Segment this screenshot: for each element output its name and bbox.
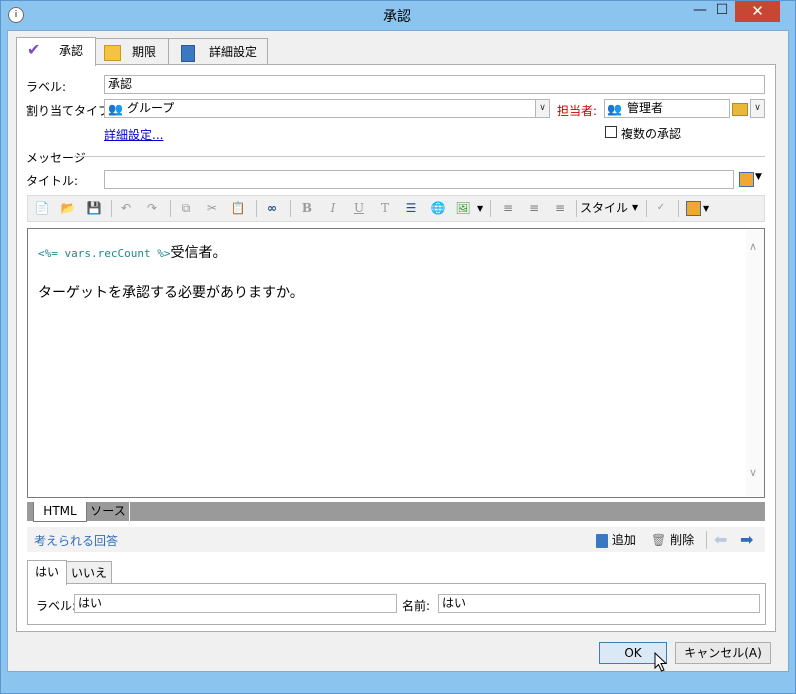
calendar-icon: [104, 45, 121, 61]
editor-scrollbar[interactable]: ∧ ∨: [746, 230, 764, 496]
arrow-right-icon[interactable]: ➡: [740, 530, 753, 549]
editor-code-snippet: <%= vars.recCount %>: [38, 247, 171, 260]
save-icon[interactable]: 💾: [86, 200, 102, 216]
redo-icon[interactable]: ↷: [144, 200, 160, 216]
message-editor[interactable]: [27, 228, 765, 498]
maximize-button[interactable]: ☐: [707, 0, 737, 22]
insert-field-icon[interactable]: [739, 172, 754, 187]
label-caption: ラベル:: [26, 80, 67, 94]
align-left-icon[interactable]: ≡: [500, 200, 516, 216]
cancel-button[interactable]: キャンセル(A): [675, 642, 771, 664]
delete-answer-label: 削除: [670, 533, 695, 547]
paste-icon[interactable]: 📋: [230, 200, 246, 216]
answer-label-caption: ラベル:: [36, 599, 77, 613]
clipboard-icon: [181, 45, 195, 62]
find-binoculars-icon[interactable]: ∞: [264, 200, 280, 216]
toolbar-separator: [256, 200, 257, 217]
assign-type-caption: 割り当てタイプ:: [26, 104, 115, 118]
toolbar-separator: [576, 200, 577, 217]
answer-label-input[interactable]: はい: [74, 594, 397, 613]
align-center-icon[interactable]: ≡: [526, 200, 542, 216]
undo-icon[interactable]: ↶: [118, 200, 134, 216]
add-answer-label: 追加: [611, 533, 636, 547]
image-icon[interactable]: 🖼: [455, 200, 471, 216]
add-icon: [596, 533, 608, 548]
tab-answer-yes[interactable]: はい: [27, 560, 67, 585]
toolbar-separator: [290, 200, 291, 217]
open-folder-icon[interactable]: 📂: [60, 200, 76, 216]
tab-html[interactable]: HTML: [33, 502, 87, 522]
assign-type-select[interactable]: グループ: [104, 99, 536, 118]
cut-icon[interactable]: ✂: [204, 200, 220, 216]
multiple-approval-checkbox[interactable]: [605, 126, 617, 138]
mouse-cursor-icon: [654, 652, 668, 672]
scroll-down-icon[interactable]: ∨: [749, 466, 757, 479]
trash-icon: 🗑: [651, 533, 667, 547]
align-right-icon[interactable]: ≡: [552, 200, 568, 216]
advanced-settings-link[interactable]: 詳細設定...: [104, 126, 163, 143]
spellcheck-icon[interactable]: ✓: [653, 200, 669, 216]
arrow-left-icon[interactable]: ⬅: [714, 530, 727, 549]
toolbar-separator: [646, 200, 647, 217]
scroll-up-icon[interactable]: ∧: [749, 240, 757, 253]
title-input[interactable]: [104, 170, 734, 189]
bullet-list-icon[interactable]: ☰: [403, 200, 419, 216]
assignee-value: 管理者: [627, 101, 664, 115]
tab-advanced-label: 詳細設定: [209, 45, 258, 59]
tab-approval[interactable]: ✔ 承認: [16, 37, 96, 66]
bold-icon[interactable]: B: [299, 200, 315, 216]
style-select[interactable]: スタイル ▼: [580, 199, 644, 217]
copy-icon[interactable]: ⧉: [178, 200, 194, 216]
tab-source[interactable]: ソース: [87, 502, 130, 521]
assignee-dropdown-button[interactable]: ∨: [750, 99, 765, 118]
answer-name-input[interactable]: はい: [438, 594, 760, 613]
operator-icon: 👥: [607, 102, 622, 116]
window-title: 承認: [383, 9, 411, 25]
add-answer-button[interactable]: 追加: [596, 530, 636, 550]
message-separator: [74, 156, 765, 157]
underline-icon[interactable]: U: [351, 200, 367, 216]
toolbar-separator: [678, 200, 679, 217]
toolbar-separator: [111, 200, 112, 217]
delete-answer-button[interactable]: 🗑 削除: [651, 530, 694, 550]
link-globe-icon[interactable]: 🌐: [430, 200, 446, 216]
multiple-approval-label: 複数の承認: [621, 127, 682, 141]
image-dropdown-icon[interactable]: ▼: [477, 204, 483, 213]
tab-approval-label: 承認: [59, 44, 84, 58]
text-format-icon[interactable]: T: [377, 200, 393, 216]
insert-personalization-icon[interactable]: [686, 201, 701, 216]
editor-line-1: <%= vars.recCount %>受信者。: [38, 242, 226, 262]
tab-deadline-label: 期限: [132, 45, 157, 59]
assign-type-value: グループ: [127, 101, 175, 115]
title-caption: タイトル:: [26, 174, 79, 188]
assignee-select[interactable]: 管理者: [604, 99, 730, 118]
editor-line-1-text: 受信者。: [170, 245, 227, 261]
personalization-dropdown-icon[interactable]: ▼: [703, 204, 709, 213]
tab-answer-no[interactable]: いいえ: [66, 561, 112, 584]
label-input[interactable]: 承認: [104, 75, 765, 94]
title-bar[interactable]: i 承認: [0, 0, 794, 30]
editor-mode-bar: [27, 502, 765, 521]
checkmark-icon: ✔: [27, 40, 41, 59]
tab-deadline[interactable]: 期限: [95, 38, 169, 65]
italic-icon[interactable]: I: [325, 200, 341, 216]
chevron-down-icon[interactable]: ▼: [755, 172, 762, 182]
close-button[interactable]: ✕: [735, 1, 780, 22]
answer-name-caption: 名前:: [402, 599, 431, 613]
folder-icon[interactable]: [732, 103, 748, 116]
answers-separator: [706, 531, 707, 549]
assignee-caption: 担当者:: [557, 104, 598, 118]
message-section-caption: メッセージ: [26, 151, 86, 165]
style-dropdown-icon: ▼: [632, 203, 639, 212]
assign-type-dropdown-button[interactable]: ∨: [535, 99, 550, 118]
group-icon: 👥: [108, 102, 123, 116]
tab-advanced[interactable]: 詳細設定: [168, 38, 268, 65]
style-select-label: スタイル: [580, 201, 629, 215]
editor-line-2: ターゲットを承認する必要がありますか。: [38, 285, 304, 301]
answers-caption: 考えられる回答: [34, 534, 119, 548]
toolbar-separator: [490, 200, 491, 217]
toolbar-separator: [170, 200, 171, 217]
new-document-icon[interactable]: 📄: [34, 200, 50, 216]
